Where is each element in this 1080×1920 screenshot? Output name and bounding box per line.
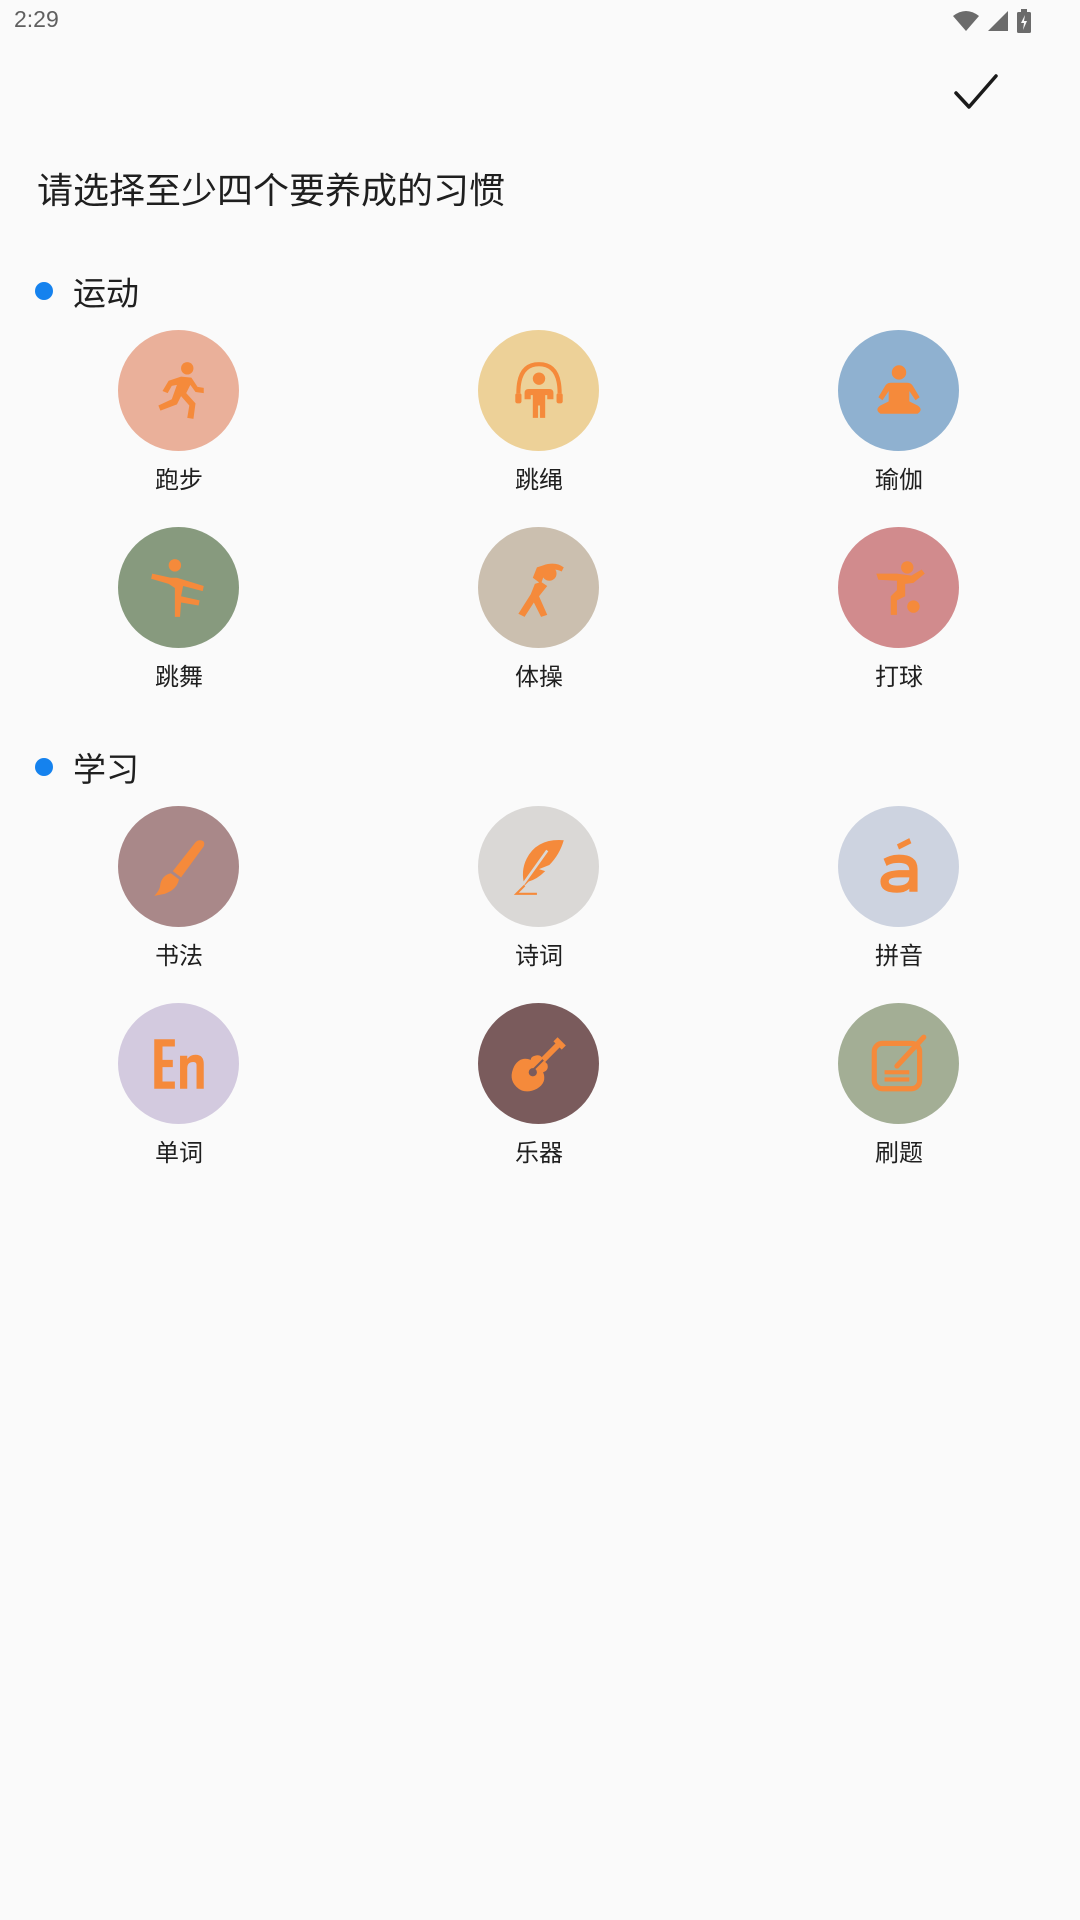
habit-circle [478,1003,599,1124]
habit-label: 诗词 [515,942,563,970]
habit-words[interactable]: 单词 [79,1003,279,1178]
habit-yoga[interactable]: 瑜伽 [799,330,999,505]
section-header-sport: 运动 [35,266,139,316]
confirm-button[interactable] [946,62,1006,122]
habit-circle [478,527,599,648]
habit-label: 跑步 [155,466,203,494]
habit-label: 跳绳 [515,466,563,494]
habit-exercises[interactable]: 刷题 [799,1003,999,1178]
section-header-study: 学习 [35,742,139,792]
habit-pinyin[interactable]: 拼音 [799,806,999,981]
section-label-sport: 运动 [73,274,139,313]
habit-gymnastics[interactable]: 体操 [439,527,639,702]
status-icons [952,8,1032,34]
status-time: 2:29 [14,6,59,32]
section-dot [35,282,53,300]
section-dot [35,758,53,776]
habit-label: 体操 [515,663,563,691]
jump-rope-icon [514,361,563,418]
habit-jump-rope[interactable]: 跳绳 [439,330,639,505]
battery-icon [1017,9,1031,33]
habit-label: 瑜伽 [875,466,923,494]
brush-icon [153,839,204,896]
gymnastics-icon [517,563,564,617]
checkmark-icon [954,74,998,109]
habit-instrument[interactable]: 乐器 [439,1003,639,1178]
section-label-study: 学习 [73,750,139,789]
wifi-icon [953,11,979,31]
page-title: 请选择至少四个要养成的习惯 [37,171,506,212]
habit-circle [838,527,959,648]
habit-circle [838,1003,959,1124]
dance-icon [150,558,204,617]
habit-dance[interactable]: 跳舞 [79,527,279,702]
habit-label: 刷题 [875,1139,923,1167]
feather-icon [513,839,564,895]
habit-label: 打球 [875,663,923,691]
habit-circle [118,330,239,451]
habit-label: 拼音 [875,942,923,970]
habit-circle [118,1003,239,1124]
habit-running[interactable]: 跑步 [79,330,279,505]
habit-poetry[interactable]: 诗词 [439,806,639,981]
signal-icon [988,11,1008,31]
habit-label: 单词 [155,1139,203,1167]
yoga-icon [876,364,921,414]
habit-circle [838,806,959,927]
habit-circle [118,806,239,927]
exercise-icon [871,1034,926,1091]
habit-label: 跳舞 [155,663,203,691]
running-icon [157,361,204,419]
soccer-icon [875,560,925,615]
habit-label: 乐器 [515,1139,563,1167]
habit-ball[interactable]: 打球 [799,527,999,702]
habit-calligraphy[interactable]: 书法 [79,806,279,981]
habit-circle [478,806,599,927]
habit-circle [838,330,959,451]
english-word-icon [153,1038,204,1089]
status-bar: 2:29 [0,0,1080,44]
pinyin-a-icon [879,837,918,893]
habit-circle [478,330,599,451]
habit-circle [118,527,239,648]
guitar-icon [511,1036,566,1091]
habit-label: 书法 [155,942,203,970]
